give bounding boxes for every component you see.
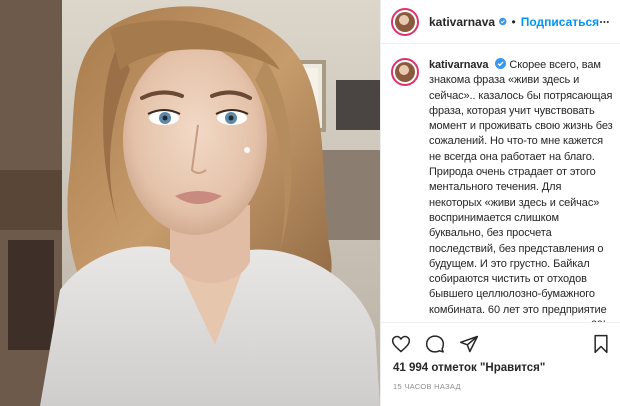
post-timestamp[interactable]: 15 ЧАСОВ НАЗАД <box>393 382 461 391</box>
post-header: kativarnava • Подписаться <box>381 0 620 44</box>
verified-badge-icon <box>499 17 507 26</box>
heart-icon[interactable] <box>391 334 411 354</box>
caption-text: Скорее всего, вам знакома фраза «живи зд… <box>429 59 613 322</box>
post-actions <box>391 330 610 358</box>
post-photo[interactable] <box>0 0 380 406</box>
header-separator: • <box>511 14 516 29</box>
post-caption: kativarnava Скорее всего, вам знакома фр… <box>391 58 614 322</box>
author-avatar[interactable] <box>391 7 419 36</box>
likes-count[interactable]: 41 994 отметок "Нравится" <box>393 362 545 374</box>
divider <box>381 322 620 323</box>
caption-author-avatar[interactable] <box>391 58 419 86</box>
selfie-image <box>0 0 380 406</box>
share-icon[interactable] <box>459 334 479 354</box>
follow-button[interactable]: Подписаться <box>521 15 599 29</box>
comment-icon[interactable] <box>425 334 445 354</box>
post-side-panel: kativarnava • Подписаться kativarnava Ск… <box>380 0 620 406</box>
caption-body: kativarnava Скорее всего, вам знакома фр… <box>429 58 614 322</box>
caption-username[interactable]: kativarnava <box>429 59 489 71</box>
author-username[interactable]: kativarnava <box>429 15 495 29</box>
more-options-icon[interactable] <box>599 14 610 30</box>
verified-badge-icon <box>495 58 507 69</box>
bookmark-icon[interactable] <box>592 334 610 354</box>
instagram-post: kativarnava • Подписаться kativarnava Ск… <box>0 0 620 406</box>
